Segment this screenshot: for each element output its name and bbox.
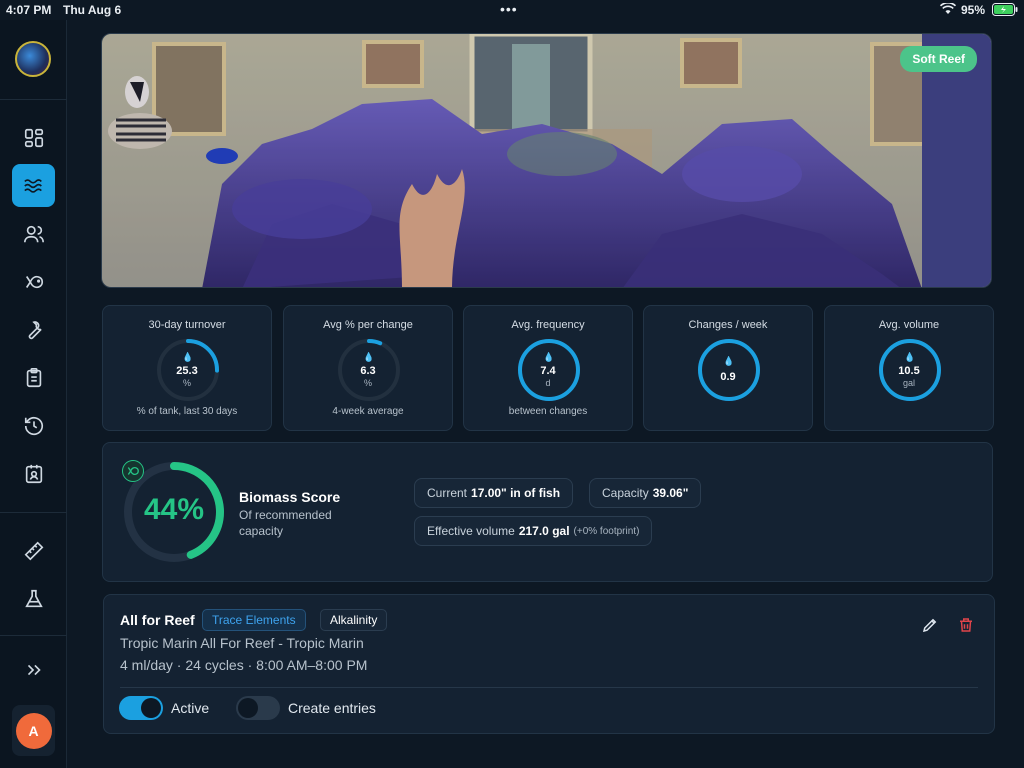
user-avatar-button[interactable]: A [12, 705, 55, 756]
clipboard-icon [26, 367, 41, 387]
status-date: Thu Aug 6 [63, 3, 122, 17]
chevrons-right-icon [27, 664, 41, 675]
category-tag: Alkalinity [320, 609, 388, 631]
status-bar: 4:07 PM Thu Aug 6 ••• 95% [0, 0, 1024, 20]
create-entries-label: Create entries [288, 700, 376, 716]
stat-subtitle: 4-week average [332, 406, 404, 417]
sidebar-item-tests[interactable] [12, 577, 55, 620]
stat-subtitle: % of tank, last 30 days [136, 406, 238, 417]
progress-ring [698, 339, 760, 401]
sidebar-divider [0, 99, 67, 100]
wrench-icon [28, 320, 42, 339]
stat-unit: % [182, 378, 191, 388]
water-drop-icon: 💧 [543, 352, 555, 362]
biomass-card: 44% Biomass Score Of recommended capacit… [102, 442, 993, 582]
sidebar: A [0, 20, 67, 768]
chip-value: 17.00" in of fish [471, 486, 561, 500]
active-label: Active [171, 700, 210, 716]
stat-value: 7.4 [540, 365, 556, 377]
stat-unit: d [545, 378, 551, 388]
trash-icon [960, 618, 972, 632]
chip-label: Effective volume [427, 524, 515, 538]
dosing-card: All for Reef Trace Elements Alkalinity T… [103, 594, 995, 734]
sidebar-item-livestock[interactable] [12, 212, 55, 255]
ruler-icon [24, 541, 43, 560]
effective-volume-chip: Effective volume 217.0 gal (+0% footprin… [414, 516, 653, 546]
stat-value: 0.9 [720, 371, 736, 383]
dosing-schedule: 4 ml/day · 24 cycles · 8:00 AM–8:00 PM [120, 657, 368, 673]
category-tag: Trace Elements [202, 609, 306, 631]
tank-avatar[interactable] [15, 41, 51, 77]
stat-value: 10.5 [898, 365, 920, 377]
sidebar-item-tasks[interactable] [12, 356, 55, 399]
battery-icon [992, 3, 1018, 19]
stat-label: Changes / week [688, 319, 768, 331]
toggle-knob [238, 698, 258, 718]
water-drop-icon: 💧 [363, 352, 375, 362]
stat-subtitle: between changes [508, 406, 588, 417]
stat-unit: gal [902, 378, 915, 388]
stat-card-turnover: 30-day turnover 💧 25.3 % % of tank, last… [102, 305, 272, 431]
stat-unit: % [363, 378, 372, 388]
chip-value: 217.0 gal [518, 524, 570, 538]
sidebar-divider [0, 512, 67, 513]
history-icon [24, 416, 43, 435]
chip-value: 39.06" [652, 486, 689, 500]
flask-icon [24, 589, 43, 607]
divider [120, 687, 978, 688]
dosing-name: All for Reef [120, 612, 195, 628]
grid-icon [24, 128, 43, 147]
chip-label: Current [427, 486, 468, 500]
tank-photo: Soft Reef [101, 33, 992, 288]
dosing-product: Tropic Marin All For Reef - Tropic Marin [120, 635, 364, 651]
toggle-knob [141, 698, 161, 718]
stat-value: 6.3 [360, 365, 376, 377]
wifi-icon [939, 2, 957, 18]
fish-icon [25, 275, 43, 288]
sidebar-item-reports[interactable] [12, 452, 55, 495]
badge-icon [25, 464, 42, 483]
fish-icon [122, 460, 144, 482]
stat-card-avg-volume: Avg. volume 💧 10.5 gal [824, 305, 994, 431]
active-toggle[interactable] [119, 696, 163, 720]
status-time: 4:07 PM [6, 3, 52, 17]
water-drop-icon: 💧 [182, 352, 194, 362]
chip-label: Capacity [602, 486, 649, 500]
biomass-title: Biomass Score [239, 489, 341, 505]
stat-label: Avg. volume [878, 319, 940, 331]
chip-note: (+0% footprint) [573, 525, 640, 537]
stat-card-changes-per-week: Changes / week 💧 0.9 [643, 305, 813, 431]
capacity-chip: Capacity 39.06" [589, 478, 702, 508]
tank-type-badge: Soft Reef [900, 46, 977, 72]
sidebar-item-fish[interactable] [12, 260, 55, 303]
sidebar-item-history[interactable] [12, 404, 55, 447]
stat-label: Avg % per change [323, 319, 413, 331]
stat-card-frequency: Avg. frequency 💧 7.4 d between changes [463, 305, 633, 431]
avatar: A [15, 712, 52, 749]
stat-label: 30-day turnover [148, 319, 226, 331]
stat-value: 25.3 [176, 365, 198, 377]
edit-button[interactable] [919, 614, 941, 636]
stat-label: Avg. frequency [511, 319, 585, 331]
create-entries-toggle[interactable] [236, 696, 280, 720]
pencil-icon [922, 618, 937, 633]
users-icon [23, 225, 44, 242]
biomass-description: Of recommended capacity [239, 508, 332, 538]
delete-button[interactable] [955, 614, 977, 636]
biomass-percent: 44% [143, 493, 205, 526]
stat-card-avg-percent: Avg % per change 💧 6.3 % 4-week average [283, 305, 453, 431]
battery-percent: 95% [961, 3, 986, 17]
waves-icon [23, 178, 42, 193]
water-drop-icon: 💧 [904, 352, 916, 362]
current-fish-chip: Current 17.00" in of fish [414, 478, 574, 508]
sidebar-divider [0, 635, 67, 636]
sidebar-item-measure[interactable] [12, 529, 55, 572]
multitask-dots-icon[interactable]: ••• [500, 1, 518, 17]
sidebar-item-dashboard[interactable] [12, 116, 55, 159]
sidebar-item-maintenance[interactable] [12, 308, 55, 351]
sidebar-item-water[interactable] [12, 164, 55, 207]
sidebar-expand-button[interactable] [12, 648, 55, 691]
water-drop-icon: 💧 [723, 356, 735, 366]
